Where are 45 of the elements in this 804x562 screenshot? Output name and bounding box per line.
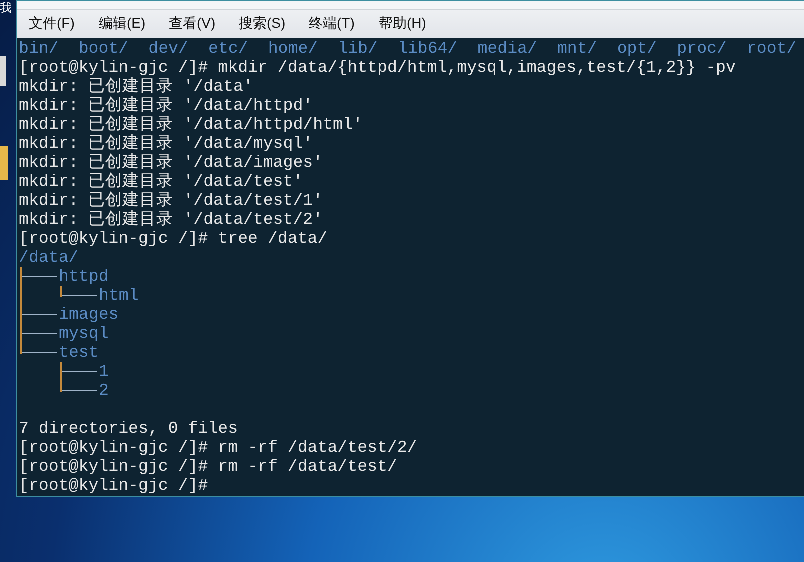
terminal-line: mkdir: 已创建目录 '/data/images': [19, 153, 324, 172]
directory-name: dev/: [148, 39, 188, 58]
terminal-line: mkdir: 已创建目录 '/data/test': [19, 172, 304, 191]
tree-connector: [60, 286, 98, 297]
directory-name: lib64/: [398, 39, 458, 58]
menu-item[interactable]: 查看(V): [169, 15, 219, 33]
terminal-line: [root@kylin-gjc /]# mkdir /data/{httpd/html,mysql,images,test/{1,2}} -pv: [19, 58, 737, 77]
directory-name: opt/: [617, 39, 658, 58]
terminal-line: mkdir: 已创建目录 '/data/mysql': [19, 134, 314, 153]
directory-name: root/: [746, 39, 797, 58]
menu-item[interactable]: 搜索(S): [239, 15, 289, 33]
tree-entry: httpd: [59, 267, 109, 286]
terminal-line: mkdir: 已创建目录 '/data': [19, 77, 254, 96]
tree-guide-line: [20, 286, 23, 305]
directory-name: proc/: [677, 39, 727, 58]
tree-connector: [20, 267, 58, 286]
tree-entry: images: [59, 305, 119, 324]
terminal-line: [root@kylin-gjc /]# tree /data/: [19, 229, 329, 248]
terminal-line: [root@kylin-gjc /]# rm -rf /data/test/: [19, 457, 398, 476]
directory-name: boot/: [78, 39, 129, 58]
terminal-line: mkdir: 已创建目录 '/data/test/2': [19, 210, 324, 229]
terminal-line: [root@kylin-gjc /]#: [19, 476, 210, 495]
tree-root: /data/: [19, 248, 79, 267]
tree-entry: 2: [99, 381, 109, 400]
terminal-line: mkdir: 已创建目录 '/data/test/1': [19, 191, 324, 210]
desktop-icon-label[interactable]: 我: [0, 0, 12, 16]
directory-name: media/: [478, 39, 538, 58]
terminal-line: [root@kylin-gjc /]# rm -rf /data/test/2/: [19, 438, 418, 457]
directory-name: home/: [268, 39, 318, 58]
tree-entry: test: [59, 343, 99, 362]
terminal-line: mkdir: 已创建目录 '/data/httpd': [19, 96, 314, 115]
menu-item[interactable]: 帮助(H): [379, 15, 429, 33]
tree-entry: html: [99, 286, 139, 305]
tree-connector: [20, 305, 58, 324]
directory-name: bin/: [19, 39, 59, 58]
terminal-line: 7 directories, 0 files: [19, 419, 240, 438]
menu-item[interactable]: 终端(T): [309, 15, 359, 33]
terminal-line: mkdir: 已创建目录 '/data/httpd/html': [19, 115, 364, 134]
menu-item[interactable]: 文件(F): [29, 15, 79, 33]
directory-name: mnt/: [557, 39, 598, 58]
directory-name: lib/: [338, 39, 378, 58]
tree-entry: mysql: [59, 324, 109, 343]
directory-name: etc/: [208, 39, 248, 58]
menu-item[interactable]: 编辑(E): [99, 15, 149, 33]
tree-entry: 1: [99, 362, 109, 381]
